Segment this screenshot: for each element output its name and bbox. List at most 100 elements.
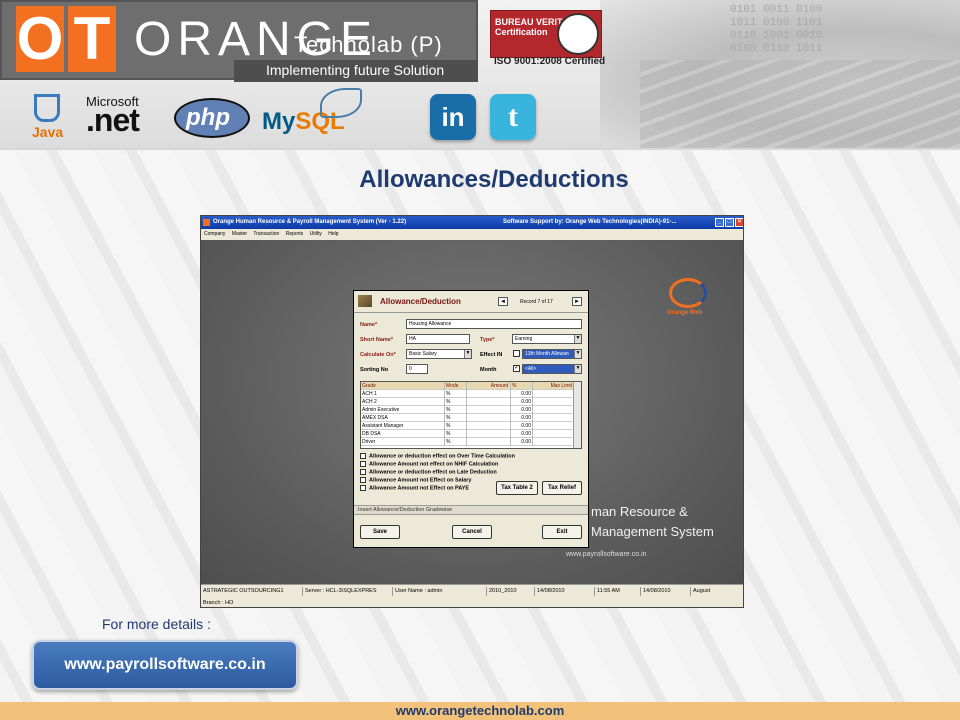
- menu-reports[interactable]: Reports: [286, 231, 304, 237]
- option-checkbox[interactable]: [360, 461, 366, 467]
- effect-in-select[interactable]: 13th Month Allowan ▼: [522, 349, 582, 359]
- minimize-button[interactable]: _: [715, 218, 724, 227]
- insert-gradewise-link[interactable]: Insert Allowance/Deduction Gradewise: [354, 505, 588, 515]
- menu-utility[interactable]: Utility: [310, 231, 322, 237]
- logo-t: T: [68, 6, 116, 72]
- sorting-no-field[interactable]: 0: [406, 364, 428, 374]
- linkedin-icon[interactable]: in: [430, 94, 476, 140]
- calculate-on-select[interactable]: Basic Salary ▼: [406, 349, 472, 359]
- tax-relief-button[interactable]: Tax Relief: [542, 481, 582, 495]
- cell-mode: %: [445, 398, 467, 406]
- chevron-down-icon[interactable]: ▼: [574, 365, 581, 373]
- cell-grade: Assistant Manager: [361, 422, 445, 430]
- cell-max-limit: [533, 438, 575, 446]
- certification-seal-icon: [557, 13, 599, 55]
- option-label: Allowance or deduction effect on Late De…: [369, 469, 497, 476]
- hr-system-text: man Resource & Management System: [591, 502, 714, 542]
- option-checkbox[interactable]: [360, 485, 366, 491]
- sorting-no-label: Sorting No: [360, 367, 389, 373]
- footer-url[interactable]: www.orangetechnolab.com: [0, 702, 960, 720]
- month-checkbox[interactable]: ✓: [513, 365, 520, 372]
- maximize-button[interactable]: □: [725, 218, 734, 227]
- month-select[interactable]: <All> ▼: [522, 364, 582, 374]
- effect-in-checkbox[interactable]: [513, 350, 520, 357]
- dotnet-label: .net: [86, 102, 140, 138]
- menu-master[interactable]: Master: [232, 231, 247, 237]
- month-value: <All>: [525, 366, 537, 372]
- table-row[interactable]: ACH 2% 0.00: [361, 398, 575, 406]
- cell-percent: 0.00: [511, 414, 533, 422]
- option-checkbox[interactable]: [360, 469, 366, 475]
- cell-amount: [467, 390, 511, 398]
- option-late-deduction[interactable]: Allowance or deduction effect on Late De…: [360, 469, 497, 475]
- effect-in-value: 13th Month Allowan: [525, 351, 569, 357]
- chevron-down-icon[interactable]: ▼: [464, 350, 471, 358]
- cell-mode: %: [445, 430, 467, 438]
- close-button[interactable]: ×: [735, 218, 743, 227]
- option-paye[interactable]: Allowance Amount not Effect on PAYE: [360, 485, 469, 491]
- cell-percent: 0.00: [511, 422, 533, 430]
- option-salary[interactable]: Allowance Amount not Effect on Salary: [360, 477, 471, 483]
- table-row[interactable]: AMEX DSA% 0.00: [361, 414, 575, 422]
- effect-in-label: Effect IN: [480, 352, 503, 358]
- table-row[interactable]: Assistant Manager% 0.00: [361, 422, 575, 430]
- cell-amount: [467, 414, 511, 422]
- cell-grade: DB DSA: [361, 430, 445, 438]
- type-label: Type*: [480, 337, 495, 343]
- tax-table-button[interactable]: Tax Table 2: [496, 481, 538, 495]
- cell-grade: ACH 1: [361, 390, 445, 398]
- grid-scrollbar[interactable]: [573, 382, 581, 448]
- table-row[interactable]: ACH 1% 0.00: [361, 390, 575, 398]
- company-logo: O T ORANGE Technolab (P) LTD Implementin…: [0, 0, 478, 83]
- cell-amount: [467, 398, 511, 406]
- exit-button[interactable]: Exit: [542, 525, 582, 539]
- orange-web-label: Orange Web: [667, 310, 703, 316]
- option-checkbox[interactable]: [360, 453, 366, 459]
- window-title-bar: Orange Human Resource & Payroll Manageme…: [201, 216, 743, 229]
- type-select[interactable]: Earning ▼: [512, 334, 582, 344]
- keyboard-image: [640, 60, 960, 148]
- grid-header-row: Grade Mode Amount % Max Limit: [361, 382, 575, 390]
- hr-text-line-1: man Resource &: [591, 504, 688, 519]
- cell-percent: 0.00: [511, 406, 533, 414]
- menu-company[interactable]: Company: [204, 231, 225, 237]
- chevron-down-icon[interactable]: ▼: [574, 335, 581, 343]
- option-overtime[interactable]: Allowance or deduction effect on Over Ti…: [360, 453, 515, 459]
- prev-record-button[interactable]: ◄: [498, 297, 508, 306]
- table-row[interactable]: Admin Executive% 0.00: [361, 406, 575, 414]
- cancel-button[interactable]: Cancel: [452, 525, 492, 539]
- menu-transaction[interactable]: Transaction: [253, 231, 279, 237]
- twitter-icon[interactable]: t: [490, 94, 536, 140]
- menu-bar: Company Master Transaction Reports Utili…: [201, 229, 743, 240]
- option-nhif[interactable]: Allowance Amount not effect on NHIF Calc…: [360, 461, 498, 467]
- status-branch: Branch : HO: [201, 597, 743, 607]
- save-button[interactable]: Save: [360, 525, 400, 539]
- iso-certification: ISO 9001:2008 Certified: [494, 56, 606, 67]
- cell-mode: %: [445, 422, 467, 430]
- status-company: ASTRATEGIC OUTSOURCING1: [201, 587, 303, 596]
- col-mode: Mode: [445, 382, 467, 390]
- option-label: Allowance Amount not Effect on PAYE: [369, 485, 470, 492]
- cert-line-2: Certification: [495, 27, 548, 37]
- option-checkbox[interactable]: [360, 477, 366, 483]
- short-name-field[interactable]: HA: [406, 334, 470, 344]
- table-row[interactable]: Driver% 0.00: [361, 438, 575, 446]
- col-percent: %: [511, 382, 533, 390]
- page-title: Allowances/Deductions: [359, 166, 629, 193]
- app-workspace: Orange Web man Resource & Management Sys…: [201, 240, 743, 584]
- name-field[interactable]: Housing Allowance: [406, 319, 582, 329]
- cell-grade: Admin Executive: [361, 406, 445, 414]
- logo-o: O: [16, 5, 64, 72]
- software-url: www.payrollsoftware.co.in: [566, 551, 647, 558]
- next-record-button[interactable]: ►: [572, 297, 582, 306]
- php-logo-icon: php: [174, 98, 250, 138]
- chevron-down-icon[interactable]: ▼: [574, 350, 581, 358]
- table-row[interactable]: DB DSA% 0.00: [361, 430, 575, 438]
- menu-help[interactable]: Help: [328, 231, 338, 237]
- brand-motto: Implementing future Solution: [234, 60, 478, 82]
- java-label: Java: [32, 124, 64, 140]
- cell-max-limit: [533, 414, 575, 422]
- status-time: 11:55 AM: [595, 587, 641, 596]
- website-link-button[interactable]: www.payrollsoftware.co.in: [32, 640, 298, 690]
- cell-amount: [467, 422, 511, 430]
